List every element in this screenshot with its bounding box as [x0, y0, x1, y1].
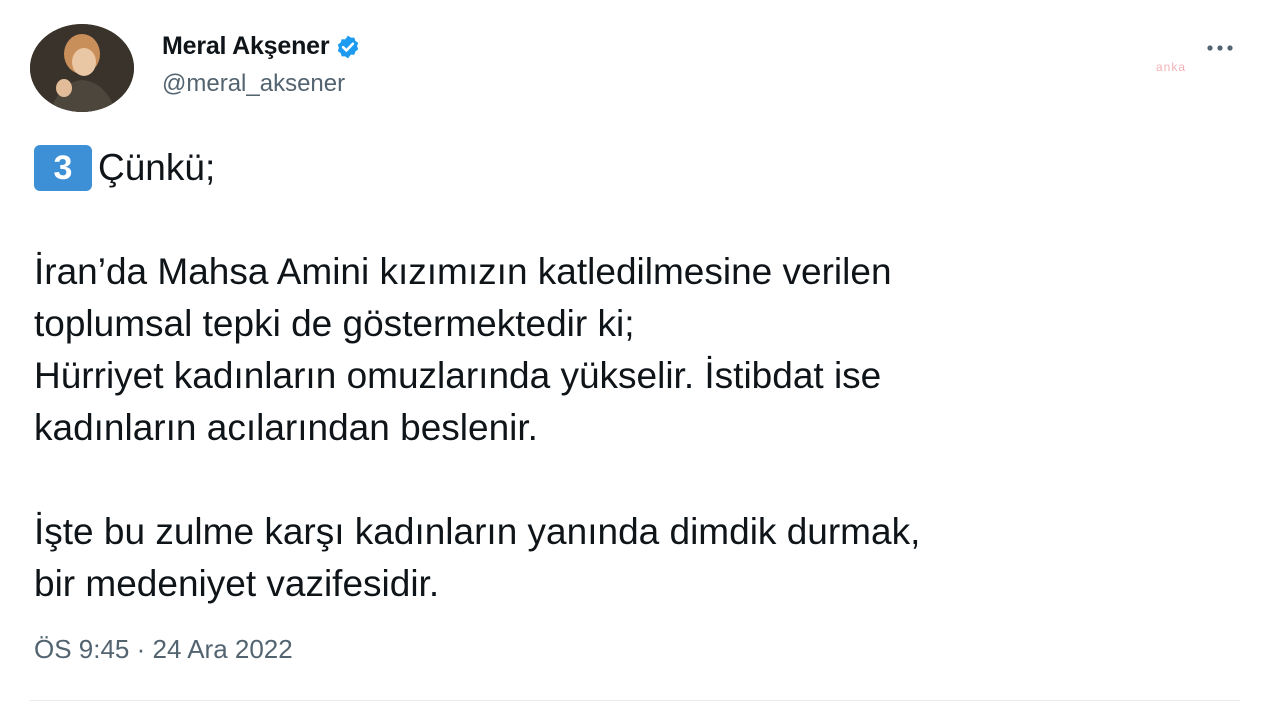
tweet-paragraph-1: İran’da Mahsa Amini kızımızın katledilme… [34, 251, 892, 448]
more-options-icon[interactable] [1200, 36, 1240, 60]
tweet-text: 3 Çünkü; İran’da Mahsa Amini kızımızın k… [34, 142, 1244, 610]
tweet-timestamp[interactable]: ÖS 9:45 · 24 Ara 2022 [34, 634, 293, 665]
divider [30, 700, 1240, 701]
tweet-first-line: 3 Çünkü; [34, 142, 1244, 194]
author-handle[interactable]: @meral_aksener [162, 70, 345, 98]
tweet-paragraph-2: İşte bu zulme karşı kadınların yanında d… [34, 511, 921, 604]
author-display-name[interactable]: Meral Akşener [162, 32, 330, 61]
avatar-image [30, 24, 134, 112]
author-name-row: Meral Akşener [162, 32, 361, 61]
watermark: anka [1156, 60, 1187, 74]
tweet-first-line-text: Çünkü; [98, 147, 216, 188]
avatar[interactable] [30, 24, 134, 112]
tweet-card: Meral Akşener @meral_aksener anka 3 Çünk… [0, 0, 1280, 720]
number-badge: 3 [34, 145, 92, 191]
verified-badge-icon [338, 35, 359, 58]
